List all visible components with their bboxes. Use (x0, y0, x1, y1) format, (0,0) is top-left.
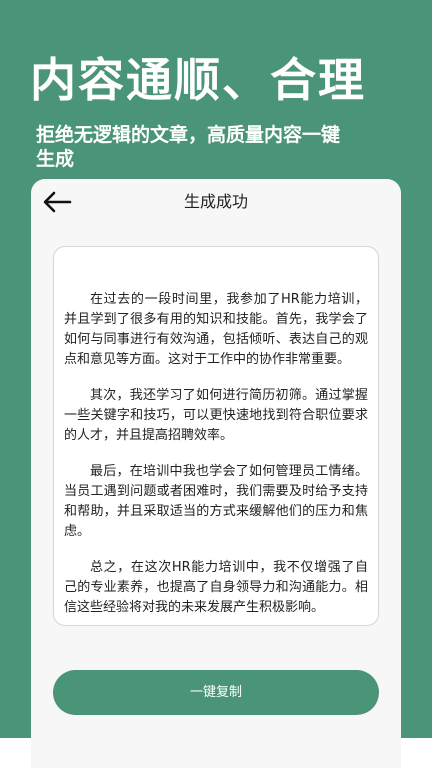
hero-title: 内容通顺、合理 (30, 53, 366, 107)
result-card: 生成成功 在过去的一段时间里，我参加了HR能力培训，并且学到了很多有用的知识和技… (31, 179, 401, 768)
article-paragraph: 总之，在这次HR能力培训中，我不仅增强了自己的专业素养，也提高了自身领导力和沟通… (64, 560, 368, 615)
hero-subtitle: 拒绝无逻辑的文章，高质量内容一键生成 (36, 124, 341, 170)
page-title: 生成成功 (183, 192, 248, 211)
generated-article: 在过去的一段时间里，我参加了HR能力培训，并且学到了很多有用的知识和技能。首先，… (53, 246, 379, 626)
article-paragraph: 其次，我还学习了如何进行简历初筛。通过掌握一些关键字和技巧，可以更快速地找到符合… (64, 388, 368, 443)
screen: 内容通顺、合理 拒绝无逻辑的文章，高质量内容一键生成 生成成功 在过去的一段时间… (0, 0, 432, 768)
copy-button[interactable]: 一键复制 (53, 670, 379, 715)
article-paragraph: 在过去的一段时间里，我参加了HR能力培训，并且学到了很多有用的知识和技能。首先，… (64, 292, 368, 367)
article-paragraph: 最后，在培训中我也学会了如何管理员工情绪。当员工遇到问题或者困难时，我们需要及时… (64, 464, 368, 539)
